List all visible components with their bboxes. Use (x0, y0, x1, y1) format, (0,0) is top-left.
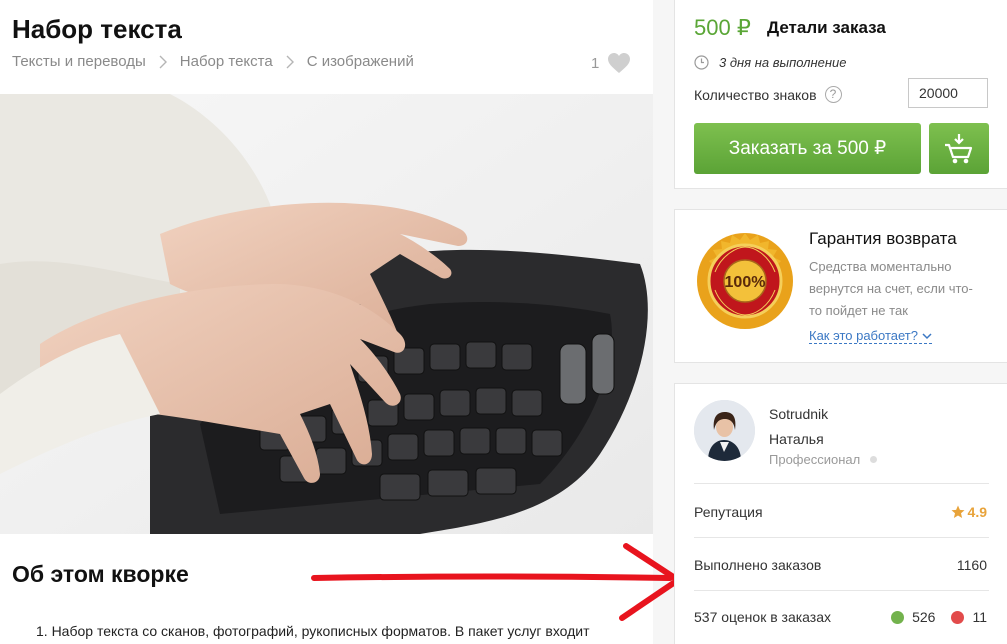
divider (694, 537, 989, 538)
svg-text:100%: 100% (725, 274, 766, 291)
price: 500 ₽ (694, 15, 751, 40)
deadline-text: 3 дня на выполнение (719, 55, 847, 70)
help-icon[interactable]: ? (824, 86, 842, 103)
reviews-counts: 526 11 (891, 609, 987, 625)
online-status-icon (870, 456, 878, 463)
how-it-works-label: Как это работает? (809, 328, 918, 343)
breadcrumb-item-typing[interactable]: Набор текста (180, 53, 273, 70)
description-item: 1. Набор текста со сканов, фотографий, р… (36, 623, 590, 639)
negative-reviews-count: 11 (972, 609, 987, 625)
avatar[interactable] (694, 400, 755, 461)
order-button[interactable]: Заказать за 500 ₽ (694, 123, 921, 174)
reputation-value: 4.9 (951, 504, 987, 520)
cart-icon (945, 133, 973, 163)
kwork-image (0, 94, 653, 534)
breadcrumb-item-from-images[interactable]: С изображений (307, 53, 414, 70)
quantity-label: Количество знаков ? (694, 86, 842, 103)
chevron-right-icon (158, 55, 168, 69)
clock-icon (694, 55, 709, 70)
guarantee-text: Средства моментально вернутся на счет, е… (809, 259, 973, 318)
money-back-card: 100% Гарантия возврата Средства моментал… (674, 209, 1007, 363)
favorite-button[interactable]: 1 (591, 52, 631, 74)
quantity-label-text: Количество знаков (694, 86, 817, 103)
seller-name: Наталья (769, 431, 824, 447)
main-column: Набор текста Тексты и переводы Набор тек… (0, 0, 653, 644)
about-title: Об этом кворке (12, 561, 189, 587)
add-to-cart-button[interactable] (929, 123, 989, 174)
seller-level-text: Профессионал (769, 452, 861, 467)
money-back-seal-icon: 100% (697, 233, 793, 329)
page-title: Набор текста (12, 14, 182, 44)
chevron-right-icon (285, 55, 295, 69)
deadline: 3 дня на выполнение (694, 55, 847, 70)
breadcrumb-item-texts[interactable]: Тексты и переводы (12, 53, 146, 70)
positive-reviews-count: 526 (912, 609, 936, 625)
divider (694, 590, 989, 591)
reputation-score: 4.9 (967, 504, 987, 520)
orders-value: 1160 (956, 557, 987, 573)
quantity-input[interactable] (908, 78, 988, 108)
order-details-title: Детали заказа (767, 18, 886, 37)
divider (694, 483, 989, 484)
likes-count: 1 (591, 54, 600, 72)
reviews-label: 537 оценок в заказах (694, 609, 832, 625)
reputation-label: Репутация (694, 504, 763, 520)
seller-username[interactable]: Sotrudnik (769, 402, 828, 427)
order-details-card: 500 ₽ Детали заказа 3 дня на выполнение … (674, 0, 1007, 189)
negative-reviews-icon (951, 610, 965, 624)
seller-names: Sotrudnik Наталья (769, 402, 828, 452)
guarantee-title: Гарантия возврата (809, 229, 957, 248)
star-icon (951, 505, 965, 518)
how-it-works-link[interactable]: Как это работает? (809, 328, 932, 344)
seller-card: Sotrudnik Наталья Профессионал Репутация… (674, 383, 1007, 644)
breadcrumb: Тексты и переводы Набор текста С изображ… (12, 53, 414, 70)
positive-reviews-icon (891, 610, 905, 624)
seller-level: Профессионал (769, 452, 878, 467)
chevron-down-icon (922, 332, 932, 339)
orders-label: Выполнено заказов (694, 557, 822, 573)
heart-icon (608, 53, 631, 73)
